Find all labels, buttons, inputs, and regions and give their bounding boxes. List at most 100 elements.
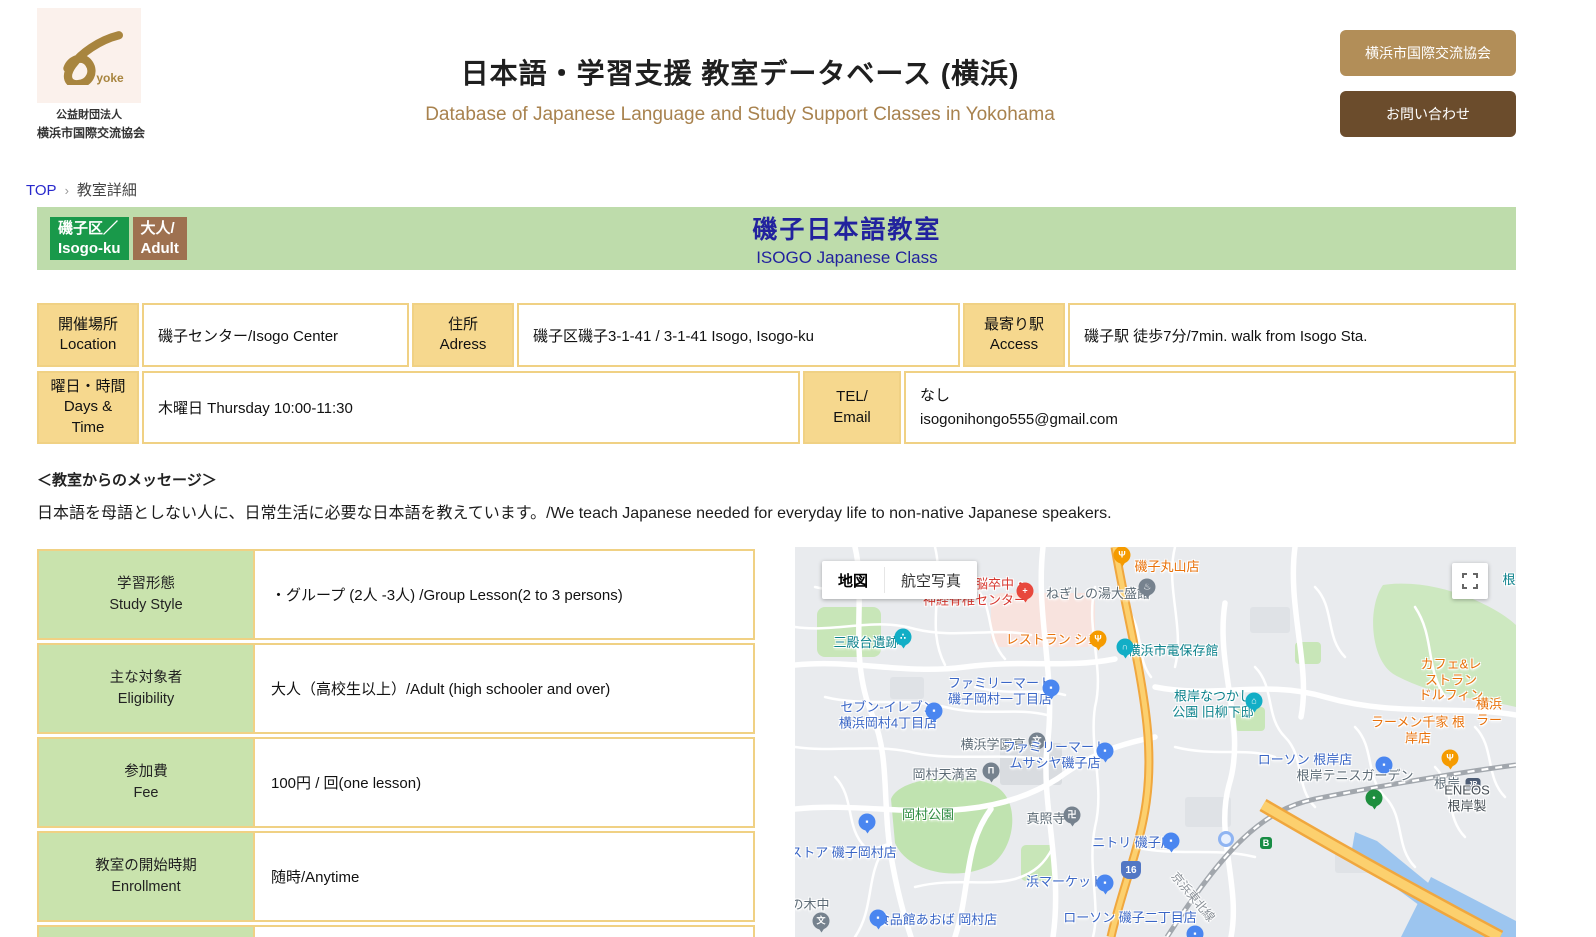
cart-marker-icon[interactable]: ▪: [1096, 874, 1114, 892]
map-poi-label[interactable]: ローソン 磯子二丁目店: [1063, 910, 1197, 926]
access-label: 最寄り駅 Access: [963, 303, 1065, 367]
temple-marker-icon[interactable]: 卍: [1063, 806, 1081, 824]
class-title: 磯子日本語教室: [752, 215, 942, 244]
ward-badge-line1: 磯子区／: [58, 220, 119, 237]
fork-marker-icon[interactable]: Ψ: [1113, 547, 1131, 564]
details-row-eligibility: 主な対象者 Eligibility 大人（高校生以上）/Adult (high …: [37, 643, 755, 734]
map-poi-label[interactable]: 食品館あおば 岡村店: [877, 912, 998, 928]
map-view-button[interactable]: 地図: [822, 561, 884, 599]
pin-marker-icon[interactable]: •: [1365, 789, 1383, 807]
location-value: 磯子センター/Isogo Center: [142, 303, 409, 367]
details-table: 学習形態 Study Style ・グループ (2人 -3人) /Group L…: [37, 549, 755, 937]
enrollment-value: 随時/Anytime: [255, 831, 755, 922]
map-poi-label[interactable]: 岡村天満宮: [912, 767, 977, 783]
route-16-shield: 16: [1121, 861, 1141, 879]
cart-marker-icon[interactable]: ▪: [925, 702, 943, 720]
cart-marker-icon[interactable]: ▪: [869, 909, 887, 927]
tel-value: なし: [920, 387, 951, 405]
details-row-fee: 参加費 Fee 100円 / 回(one lesson): [37, 737, 755, 828]
audience-badge: 大人/ Adult: [132, 217, 187, 260]
map-poi-label[interactable]: 根岸テニスガーデン: [1296, 768, 1413, 784]
yoke-logo-icon: yoke: [37, 8, 141, 103]
map-poi-label[interactable]: の木中: [795, 897, 830, 913]
target-marker-icon[interactable]: [1218, 831, 1234, 847]
tel-email-label: TEL/ Email: [803, 371, 901, 444]
site-subtitle: Database of Japanese Language and Study …: [425, 104, 1055, 125]
fork-marker-icon[interactable]: Ψ: [1089, 630, 1107, 648]
school-marker-icon[interactable]: 文: [812, 912, 830, 930]
class-title-block: 磯子日本語教室 ISOGO Japanese Class: [191, 210, 1503, 268]
ward-badge-line2: Isogo-ku: [58, 239, 121, 257]
ward-badge: 磯子区／ Isogo-ku: [50, 217, 129, 260]
map-poi-label[interactable]: ラーメン千家 根岸店: [1369, 714, 1467, 745]
email-value: isogonihongo555@gmail.com: [920, 410, 1118, 428]
class-title-en: ISOGO Japanese Class: [756, 247, 938, 267]
audience-badge-line2: Adult: [140, 239, 179, 257]
map-poi-label[interactable]: ファミリーマート 磯子岡村一丁目店: [948, 675, 1052, 706]
message-heading: ＜教室からのメッセージ＞: [37, 472, 217, 489]
map-canvas-overlay: 磯子丸山店Ψ横浜市立脳卒中・ 神経脊椎センター+ねぎしの湯大盛館♨三殿台遺跡∴レ…: [795, 547, 1516, 937]
cart-marker-icon[interactable]: ▪: [1096, 742, 1114, 760]
location-label: 開催場所 Location: [37, 303, 139, 367]
yoke-logo-text: yoke: [96, 70, 124, 85]
association-button[interactable]: 横浜市国際交流協会: [1340, 30, 1516, 76]
park-marker-icon[interactable]: ⌂: [1245, 692, 1263, 710]
info-row-schedule: 曜日・時間 Days & Time 木曜日 Thursday 10:00-11:…: [37, 371, 1516, 444]
map-poi-label[interactable]: レストラン シン: [1006, 632, 1101, 648]
days-time-value: 木曜日 Thursday 10:00-11:30: [142, 371, 800, 444]
page: yoke 公益財団法人 横浜市国際交流協会 日本語・学習支援 教室データベース …: [0, 0, 1596, 937]
map-poi-label[interactable]: 三殿台遺跡: [833, 635, 898, 651]
header-buttons: 横浜市国際交流協会 お問い合わせ: [1340, 30, 1516, 137]
fullscreen-icon: [1462, 573, 1478, 589]
details-row-study-style: 学習形態 Study Style ・グループ (2人 -3人) /Group L…: [37, 549, 755, 640]
map-poi-label[interactable]: ENEOS 根岸製: [1443, 782, 1492, 813]
breadcrumb-separator: ›: [64, 183, 69, 198]
contact-button[interactable]: お問い合わせ: [1340, 91, 1516, 137]
logo-caption-line2: 横浜市国際交流協会: [37, 126, 146, 140]
details-row-enrollment: 教室の開始時期 Enrollment 随時/Anytime: [37, 831, 755, 922]
cart-marker-icon[interactable]: ▪: [1042, 679, 1060, 697]
fullscreen-button[interactable]: [1452, 563, 1488, 599]
hospital-marker-icon[interactable]: +: [1016, 582, 1034, 600]
site-header: 日本語・学習支援 教室データベース (横浜) Database of Japan…: [300, 52, 1180, 126]
map-poi-label[interactable]: 真照寺: [1026, 811, 1065, 827]
org-logo[interactable]: yoke 公益財団法人 横浜市国際交流協会: [37, 8, 146, 141]
map-poi-label[interactable]: 浜マーケット: [1026, 874, 1104, 890]
address-label: 住所 Adress: [412, 303, 514, 367]
breadcrumb: TOP › 教室詳細: [26, 179, 137, 200]
bag-marker-icon[interactable]: ▪: [1162, 832, 1180, 850]
map-poi-label[interactable]: 横浜ラー: [1476, 696, 1503, 727]
days-time-label: 曜日・時間 Days & Time: [37, 371, 139, 444]
shrine-marker-icon[interactable]: Π: [982, 762, 1000, 780]
map-poi-label[interactable]: セブン-イレブン 横浜岡村4丁目店: [839, 699, 937, 730]
cart-marker-icon[interactable]: ▪: [1186, 925, 1204, 937]
breadcrumb-current: 教室詳細: [76, 182, 137, 199]
map-poi-label[interactable]: 岡村公園: [902, 807, 954, 823]
museum-marker-icon[interactable]: ∩: [1116, 638, 1134, 656]
map-poi-label[interactable]: 横浜市電保存館: [1127, 643, 1218, 659]
details-row-partial: [37, 925, 755, 937]
tel-email-value: なし isogonihongo555@gmail.com: [904, 371, 1516, 444]
fee-value: 100円 / 回(one lesson): [255, 737, 755, 828]
map-poi-label[interactable]: カフェ&レストラン ドルフィン: [1419, 657, 1484, 704]
map-poi-label[interactable]: ニトリ 磯子店: [1092, 835, 1174, 851]
eligibility-value: 大人（高校生以上）/Adult (high schooler and over): [255, 643, 755, 734]
access-value: 磯子駅 徒歩7分/7min. walk from Isogo Sta.: [1068, 303, 1516, 367]
map-poi-label[interactable]: ローソン 根岸店: [1258, 752, 1353, 768]
info-row-location: 開催場所 Location 磯子センター/Isogo Center 住所 Adr…: [37, 303, 1516, 367]
cart-marker-icon[interactable]: ▪: [858, 813, 876, 831]
map-poi-label[interactable]: 根: [1502, 572, 1515, 588]
satellite-view-button[interactable]: 航空写真: [885, 561, 977, 599]
map-poi-label[interactable]: ねぎしの湯大盛館: [1046, 586, 1150, 602]
onsen-marker-icon[interactable]: ♨: [1138, 578, 1156, 596]
map-poi-label[interactable]: ファミリーマート ムサシヤ磯子店: [1003, 739, 1107, 770]
bus-marker-icon[interactable]: B: [1260, 837, 1272, 849]
fork-marker-icon[interactable]: Ψ: [1441, 749, 1459, 767]
breadcrumb-top-link[interactable]: TOP: [26, 182, 57, 199]
ruins-marker-icon[interactable]: ∴: [894, 628, 912, 646]
map-poi-label[interactable]: 磯子丸山店: [1134, 559, 1199, 575]
map-poi-label[interactable]: ストア 磯子岡村店: [795, 845, 897, 861]
map-poi-label[interactable]: 根岸なつかし 公園 旧柳下邸: [1172, 688, 1254, 719]
site-title: 日本語・学習支援 教室データベース (横浜): [460, 58, 1020, 89]
google-map[interactable]: 磯子丸山店Ψ横浜市立脳卒中・ 神経脊椎センター+ねぎしの湯大盛館♨三殿台遺跡∴レ…: [795, 547, 1516, 937]
